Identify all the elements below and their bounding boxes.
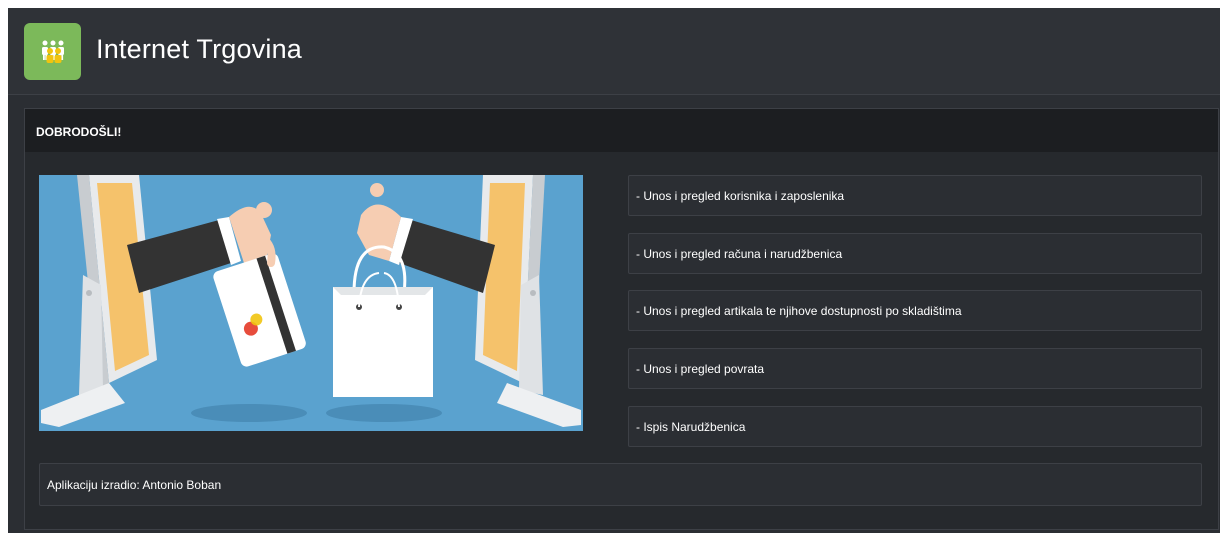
nav-item-articles-warehouses[interactable]: - Unos i pregled artikala te njihove dos… <box>628 290 1202 331</box>
app-window: Internet Trgovina DOBRODOŠLI! - Unos i p… <box>8 8 1220 533</box>
panel-title: DOBRODOŠLI! <box>36 125 122 139</box>
welcome-panel: DOBRODOŠLI! - Unos i pregled korisnika i… <box>24 108 1219 530</box>
author-credit: Aplikaciju izradio: Antonio Boban <box>39 463 1202 506</box>
nav-item-invoices-orders[interactable]: - Unos i pregled računa i narudžbenica <box>628 233 1202 274</box>
users-group-icon <box>24 23 81 80</box>
app-title: Internet Trgovina <box>96 34 303 64</box>
nav-item-users-employees[interactable]: - Unos i pregled korisnika i zaposlenika <box>628 175 1202 216</box>
nav-item-returns[interactable]: - Unos i pregled povrata <box>628 348 1202 389</box>
online-shopping-illustration <box>39 175 583 431</box>
app-header: Internet Trgovina <box>8 8 1220 95</box>
nav-item-print-orders[interactable]: - Ispis Narudžbenica <box>628 406 1202 447</box>
panel-header: DOBRODOŠLI! <box>25 109 1218 152</box>
